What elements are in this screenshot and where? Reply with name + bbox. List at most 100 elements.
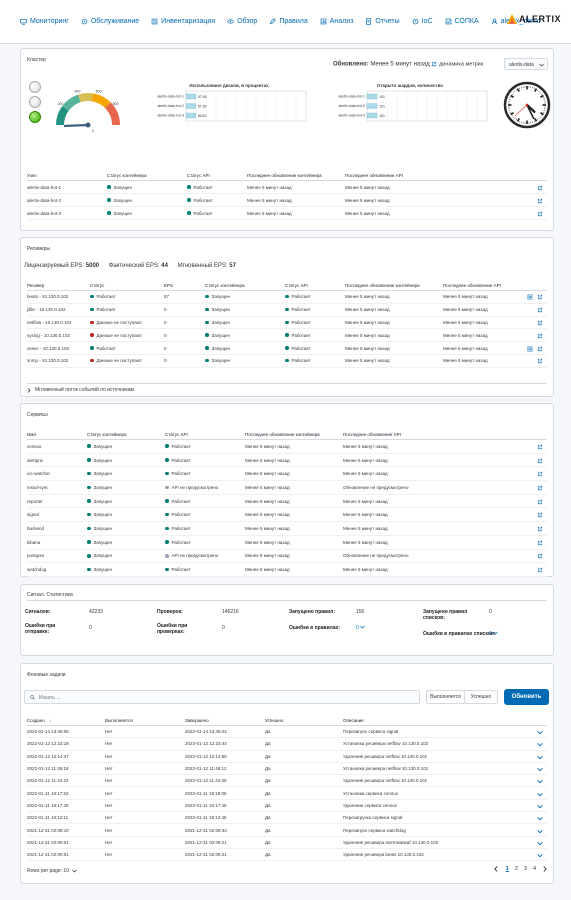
- event-stream-toggle[interactable]: Мгновенный поток событий по источникам: [27, 387, 134, 393]
- sort-arrow-icon[interactable]: ↓: [49, 718, 51, 723]
- details-icon[interactable]: [527, 294, 533, 300]
- table-cell: Работает: [187, 185, 213, 190]
- table-cell: Менее 5 минут назад: [245, 499, 290, 504]
- external-link-icon[interactable]: [537, 471, 543, 477]
- expand-row-icon[interactable]: [537, 841, 543, 846]
- page-link[interactable]: 4: [533, 866, 536, 872]
- cell-text: 2022-01-11 19:17:30: [27, 802, 69, 808]
- gauge-segment: [78, 93, 94, 103]
- nav-item-5[interactable]: Анализ: [320, 18, 353, 25]
- cell-text: Менее 5 минут назад: [245, 484, 290, 490]
- expand-row-icon[interactable]: [537, 755, 543, 760]
- external-link-icon[interactable]: [537, 540, 543, 546]
- cell-text: Менее 5 минут назад: [345, 197, 390, 203]
- expand-row-icon[interactable]: [537, 767, 543, 772]
- page-link[interactable]: 3: [524, 866, 527, 872]
- brand-logo[interactable]: ALERTIX: [506, 14, 561, 24]
- external-link-icon[interactable]: [537, 526, 543, 532]
- external-link-icon[interactable]: [537, 333, 543, 339]
- external-link-icon[interactable]: [537, 485, 543, 491]
- refresh-button[interactable]: Обновить: [504, 689, 549, 705]
- cell-text: Менее 5 минут назад: [343, 471, 388, 477]
- expand-row-icon[interactable]: [537, 792, 543, 797]
- cell-text: Работает: [171, 471, 191, 477]
- expand-row-icon[interactable]: [537, 816, 543, 821]
- sopka-icon: [445, 18, 451, 25]
- table-cell: 2022-01-14 13:45:06: [27, 729, 69, 734]
- nav-item-2[interactable]: Инвентаризация: [151, 18, 215, 25]
- nav-item-6[interactable]: Отчеты: [365, 18, 400, 25]
- expand-row-icon[interactable]: [537, 730, 543, 735]
- table-cell: Менее 5 минут назад: [345, 320, 390, 325]
- expand-row-icon[interactable]: [537, 853, 543, 858]
- table-row: snmp - 10.130.0.102 Данные не поступают 0 З…: [27, 355, 547, 368]
- nav-item-1[interactable]: Обслуживание: [81, 18, 139, 25]
- next-page-icon[interactable]: [543, 866, 547, 872]
- cell-text: kibana: [27, 539, 41, 545]
- filter-success-button[interactable]: Успешно: [464, 690, 498, 704]
- expand-row-icon[interactable]: [537, 804, 543, 809]
- rule-lists-label: Запущено правил списков:: [423, 609, 468, 621]
- external-link-icon[interactable]: [537, 567, 543, 573]
- external-link-icon[interactable]: [537, 553, 543, 559]
- table-cell: watchdog: [27, 567, 46, 572]
- page-link[interactable]: 1: [506, 866, 509, 872]
- table-cell: Работает: [165, 540, 191, 545]
- cell-text: 57: [164, 294, 170, 300]
- external-link-icon[interactable]: [537, 458, 543, 464]
- status-dot-icon: [87, 512, 91, 517]
- external-link-icon[interactable]: [537, 185, 543, 191]
- table-cell: Удаление сервиса census: [343, 803, 397, 808]
- external-link-icon[interactable]: [537, 512, 543, 518]
- table-cell: Запущен: [205, 320, 230, 325]
- table-row: 2022-01-11 19:12:11 Нет 2022-01-11 19:12:4…: [27, 812, 547, 825]
- task-search-input[interactable]: Искать ...: [24, 690, 420, 704]
- gauge-tick-label: 600: [96, 90, 102, 94]
- filter-running-button[interactable]: Выполняется: [426, 690, 464, 704]
- nav-item-7[interactable]: IoC: [412, 18, 433, 25]
- rows-per-page-select[interactable]: Rows per page: 10: [27, 868, 77, 874]
- rule-errors-value[interactable]: 0: [356, 625, 365, 631]
- table-row: ioc-watcher Запущен Работает Менее 5 минут …: [27, 467, 547, 482]
- table-cell: Да: [265, 791, 271, 796]
- table-cell: Менее 5 минут назад: [343, 499, 388, 504]
- expand-row-icon[interactable]: [537, 829, 543, 834]
- node-select[interactable]: alertix-data: [504, 58, 548, 70]
- external-link-icon[interactable]: [537, 320, 543, 326]
- rules-started-label: Запущено правил:: [289, 609, 336, 615]
- prev-page-icon[interactable]: [493, 866, 498, 872]
- external-link-icon[interactable]: [537, 358, 543, 364]
- external-link-icon[interactable]: [537, 211, 543, 217]
- external-link-icon[interactable]: [537, 444, 543, 450]
- external-link-icon[interactable]: [537, 307, 543, 313]
- cell-text: Работает: [291, 345, 311, 351]
- external-link-icon[interactable]: [537, 294, 543, 300]
- page-link[interactable]: 2: [515, 866, 518, 872]
- expand-row-icon[interactable]: [537, 779, 543, 784]
- column-header[interactable]: Создано: [27, 718, 45, 723]
- table-cell: Работает: [187, 198, 213, 203]
- external-link-icon[interactable]: [431, 61, 437, 67]
- list-errors-value[interactable]: 0: [489, 631, 498, 637]
- table-cell: Работает: [187, 211, 213, 216]
- table-cell: Нет: [105, 729, 113, 734]
- status-dot-icon: [87, 526, 91, 531]
- cell-text: reporter: [27, 498, 43, 504]
- nav-item-3[interactable]: Обзор: [227, 18, 257, 25]
- nav-item-8[interactable]: СОПКА: [445, 18, 479, 25]
- expand-row-icon[interactable]: [537, 742, 543, 747]
- table-cell: 2022-01-12 11:46:12: [185, 766, 226, 771]
- details-icon[interactable]: [527, 346, 533, 352]
- table-cell: Удаление ресивера beats 10.130.0.102: [343, 852, 424, 857]
- external-link-icon[interactable]: [537, 198, 543, 204]
- table-cell: Данные не поступают: [90, 333, 142, 338]
- table-cell: Запущен: [205, 358, 230, 363]
- metrics-dynamics-link[interactable]: динамика метрик: [439, 62, 483, 68]
- external-link-icon[interactable]: [537, 499, 543, 505]
- nav-item-4[interactable]: Правила: [269, 18, 308, 25]
- cell-text: Перезапуск сервиса signal: [343, 729, 399, 735]
- external-link-icon[interactable]: [537, 346, 543, 352]
- wrench-icon: [81, 18, 88, 25]
- nav-item-0[interactable]: Мониторинг: [20, 18, 69, 25]
- table-cell: 2022-01-11 19:17:30: [27, 803, 68, 808]
